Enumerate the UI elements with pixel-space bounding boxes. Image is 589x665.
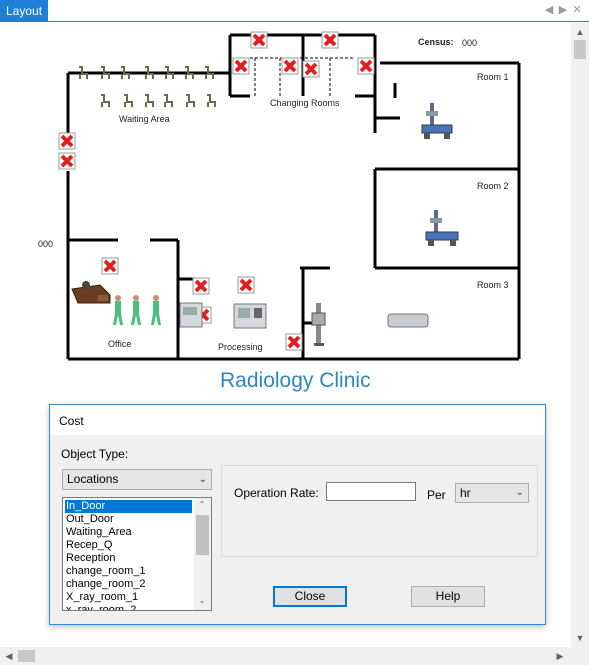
- location-marker-icon[interactable]: [250, 31, 268, 49]
- room-label-changing-rooms: Changing Rooms: [270, 98, 340, 108]
- xray-stand-icon: [311, 303, 326, 346]
- room-label-office: Office: [108, 339, 132, 349]
- xray-machine-icon: [425, 210, 459, 246]
- processor-machine-icon: [179, 302, 203, 328]
- operation-rate-input[interactable]: [326, 482, 416, 501]
- list-item[interactable]: Recep_Q: [65, 539, 192, 552]
- location-marker-icon[interactable]: [101, 257, 119, 275]
- chevron-down-icon: ⌄: [198, 474, 207, 485]
- census-value: 000: [462, 38, 478, 48]
- object-type-value: Locations: [67, 472, 119, 486]
- scroll-right-icon[interactable]: ▶: [553, 651, 567, 661]
- staff-figure-icon: [131, 295, 141, 325]
- operation-rate-label: Operation Rate:: [234, 486, 319, 500]
- list-item[interactable]: x_ray_room_2: [65, 604, 192, 610]
- chevron-right-icon[interactable]: ▶: [558, 4, 568, 17]
- scroll-up-icon[interactable]: ▲: [573, 27, 587, 37]
- tab-layout[interactable]: Layout: [0, 0, 49, 22]
- location-marker-icon[interactable]: [192, 277, 210, 295]
- staff-figure-icon: [151, 295, 161, 325]
- location-marker-icon[interactable]: [281, 57, 299, 75]
- document-tab-bar: Layout ◀ ▶ ✕: [0, 0, 589, 22]
- reception-desk-icon: [71, 281, 111, 304]
- chevron-left-icon[interactable]: ◀: [544, 4, 554, 17]
- list-item[interactable]: Reception: [65, 552, 192, 565]
- chair-icon: [164, 94, 173, 107]
- location-marker-icon[interactable]: [285, 333, 303, 351]
- layout-title: Radiology Clinic: [220, 369, 371, 392]
- location-marker-icon[interactable]: [58, 132, 76, 150]
- close-icon[interactable]: ✕: [572, 4, 582, 17]
- equipment-icon: [387, 313, 429, 328]
- horizontal-scroll-thumb[interactable]: [18, 650, 35, 662]
- list-scrollbar[interactable]: ⌃ ⌄: [194, 498, 211, 610]
- help-button[interactable]: Help: [411, 586, 485, 607]
- counter-value: 000: [38, 239, 54, 249]
- processor-machine-icon: [233, 303, 267, 329]
- room-label-waiting-area: Waiting Area: [119, 114, 170, 124]
- scroll-up-icon[interactable]: ⌃: [195, 500, 209, 510]
- list-item[interactable]: change_room_2: [65, 578, 192, 591]
- room-label-room-2: Room 2: [477, 181, 509, 191]
- list-item[interactable]: change_room_1: [65, 565, 192, 578]
- location-marker-icon[interactable]: [302, 60, 320, 78]
- chair-icon: [101, 94, 110, 107]
- list-item[interactable]: Waiting_Area: [65, 526, 192, 539]
- dialog-title: Cost: [59, 414, 84, 428]
- location-marker-icon[interactable]: [357, 57, 375, 75]
- location-marker-icon[interactable]: [58, 152, 76, 170]
- room-label-room-3: Room 3: [477, 280, 509, 290]
- cost-dialog: Cost Object Type: Locations ⌄ In_Door Out…: [49, 404, 546, 625]
- scroll-down-icon[interactable]: ⌄: [195, 596, 209, 606]
- vertical-scroll-thumb[interactable]: [574, 40, 586, 59]
- location-marker-icon[interactable]: [232, 57, 250, 75]
- staff-figure-icon: [113, 295, 123, 325]
- list-item[interactable]: Out_Door: [65, 513, 192, 526]
- scrollbar-corner: [571, 647, 589, 665]
- scroll-left-icon[interactable]: ◀: [2, 651, 16, 661]
- list-item[interactable]: X_ray_room_1: [65, 591, 192, 604]
- chair-icon: [124, 94, 133, 107]
- room-label-processing: Processing: [218, 342, 263, 352]
- room-label-room-1: Room 1: [477, 72, 509, 82]
- staff-figures: [113, 295, 161, 325]
- vertical-scrollbar[interactable]: ▲ ▼: [571, 23, 589, 647]
- rate-groupbox: [221, 465, 538, 557]
- list-item[interactable]: In_Door: [65, 500, 192, 513]
- scroll-down-icon[interactable]: ▼: [573, 633, 587, 643]
- object-type-select[interactable]: Locations ⌄: [62, 469, 212, 490]
- chair-icon: [145, 94, 154, 107]
- close-button[interactable]: Close: [273, 586, 347, 607]
- location-marker-icon[interactable]: [321, 31, 339, 49]
- object-type-label: Object Type:: [61, 447, 129, 461]
- location-marker-icon[interactable]: [237, 276, 255, 294]
- chevron-down-icon: ⌄: [515, 487, 524, 498]
- per-label: Per: [427, 488, 446, 502]
- locations-list[interactable]: In_Door Out_Door Waiting_Area Recep_Q Recept…: [62, 497, 212, 611]
- xray-machine-icon: [421, 103, 453, 139]
- chair-icon: [207, 94, 216, 107]
- per-unit-value: hr: [460, 486, 471, 500]
- horizontal-scrollbar[interactable]: ◀ ▶: [0, 647, 571, 665]
- list-scroll-thumb[interactable]: [196, 515, 209, 555]
- census-label: Census:: [418, 37, 454, 47]
- dialog-titlebar[interactable]: Cost: [50, 405, 545, 435]
- per-unit-select[interactable]: hr ⌄: [455, 483, 529, 503]
- chair-icon: [186, 94, 195, 107]
